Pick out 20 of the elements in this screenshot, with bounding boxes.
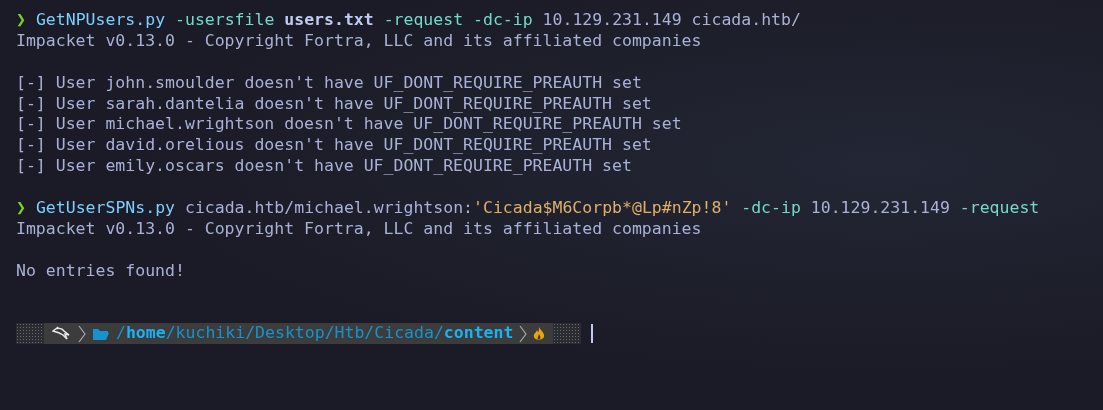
flame-icon: [533, 326, 546, 341]
output-line: [-] User david.orelious doesn't have UF_DONT_REQUIRE_PREAUTH set: [16, 135, 652, 157]
chevron-icon: [519, 324, 528, 343]
command-text: GetUserSPNs.py cicada.htb/michael.wrightson:'Cicada$M6Corpb*@Lp#nZp!8' -dc-ip 10.129.231.149 -request: [35, 198, 1040, 219]
dotted-segment: [553, 323, 582, 345]
output-line: Impacket v0.13.0 - Copyright Fortra, LLC and its affiliated companies: [16, 30, 702, 52]
text-cursor: [591, 324, 594, 344]
prompt-symbol: ❯: [16, 10, 26, 31]
chevron-icon: [78, 324, 86, 343]
dotted-segment: [16, 323, 44, 345]
output-line: [-] User john.smoulder doesn't have UF_DONT_REQUIRE_PREAUTH set: [16, 72, 642, 94]
output-line: [-] User emily.oscars doesn't have UF_DONT_REQUIRE_PREAUTH set: [16, 156, 632, 178]
output-line: [-] User michael.wrightson doesn't have UF_DONT_REQUIRE_PREAUTH set: [16, 114, 682, 136]
command-text: GetNPUsers.py -usersfile users.txt -request -dc-ip 10.129.231.149 cicada.htb/: [35, 10, 801, 31]
directory-path: /home/kuchiki/Desktop/Htb/Cicada/content: [116, 323, 514, 345]
prompt-symbol: ❯: [16, 198, 26, 219]
output-line: No entries found!: [16, 260, 185, 282]
output-line: [-] User sarah.dantelia doesn't have UF_DONT_REQUIRE_PREAUTH set: [16, 93, 652, 115]
folder-icon: [92, 326, 110, 341]
output-line: Impacket v0.13.0 - Copyright Fortra, LLC and its affiliated companies: [16, 218, 702, 240]
